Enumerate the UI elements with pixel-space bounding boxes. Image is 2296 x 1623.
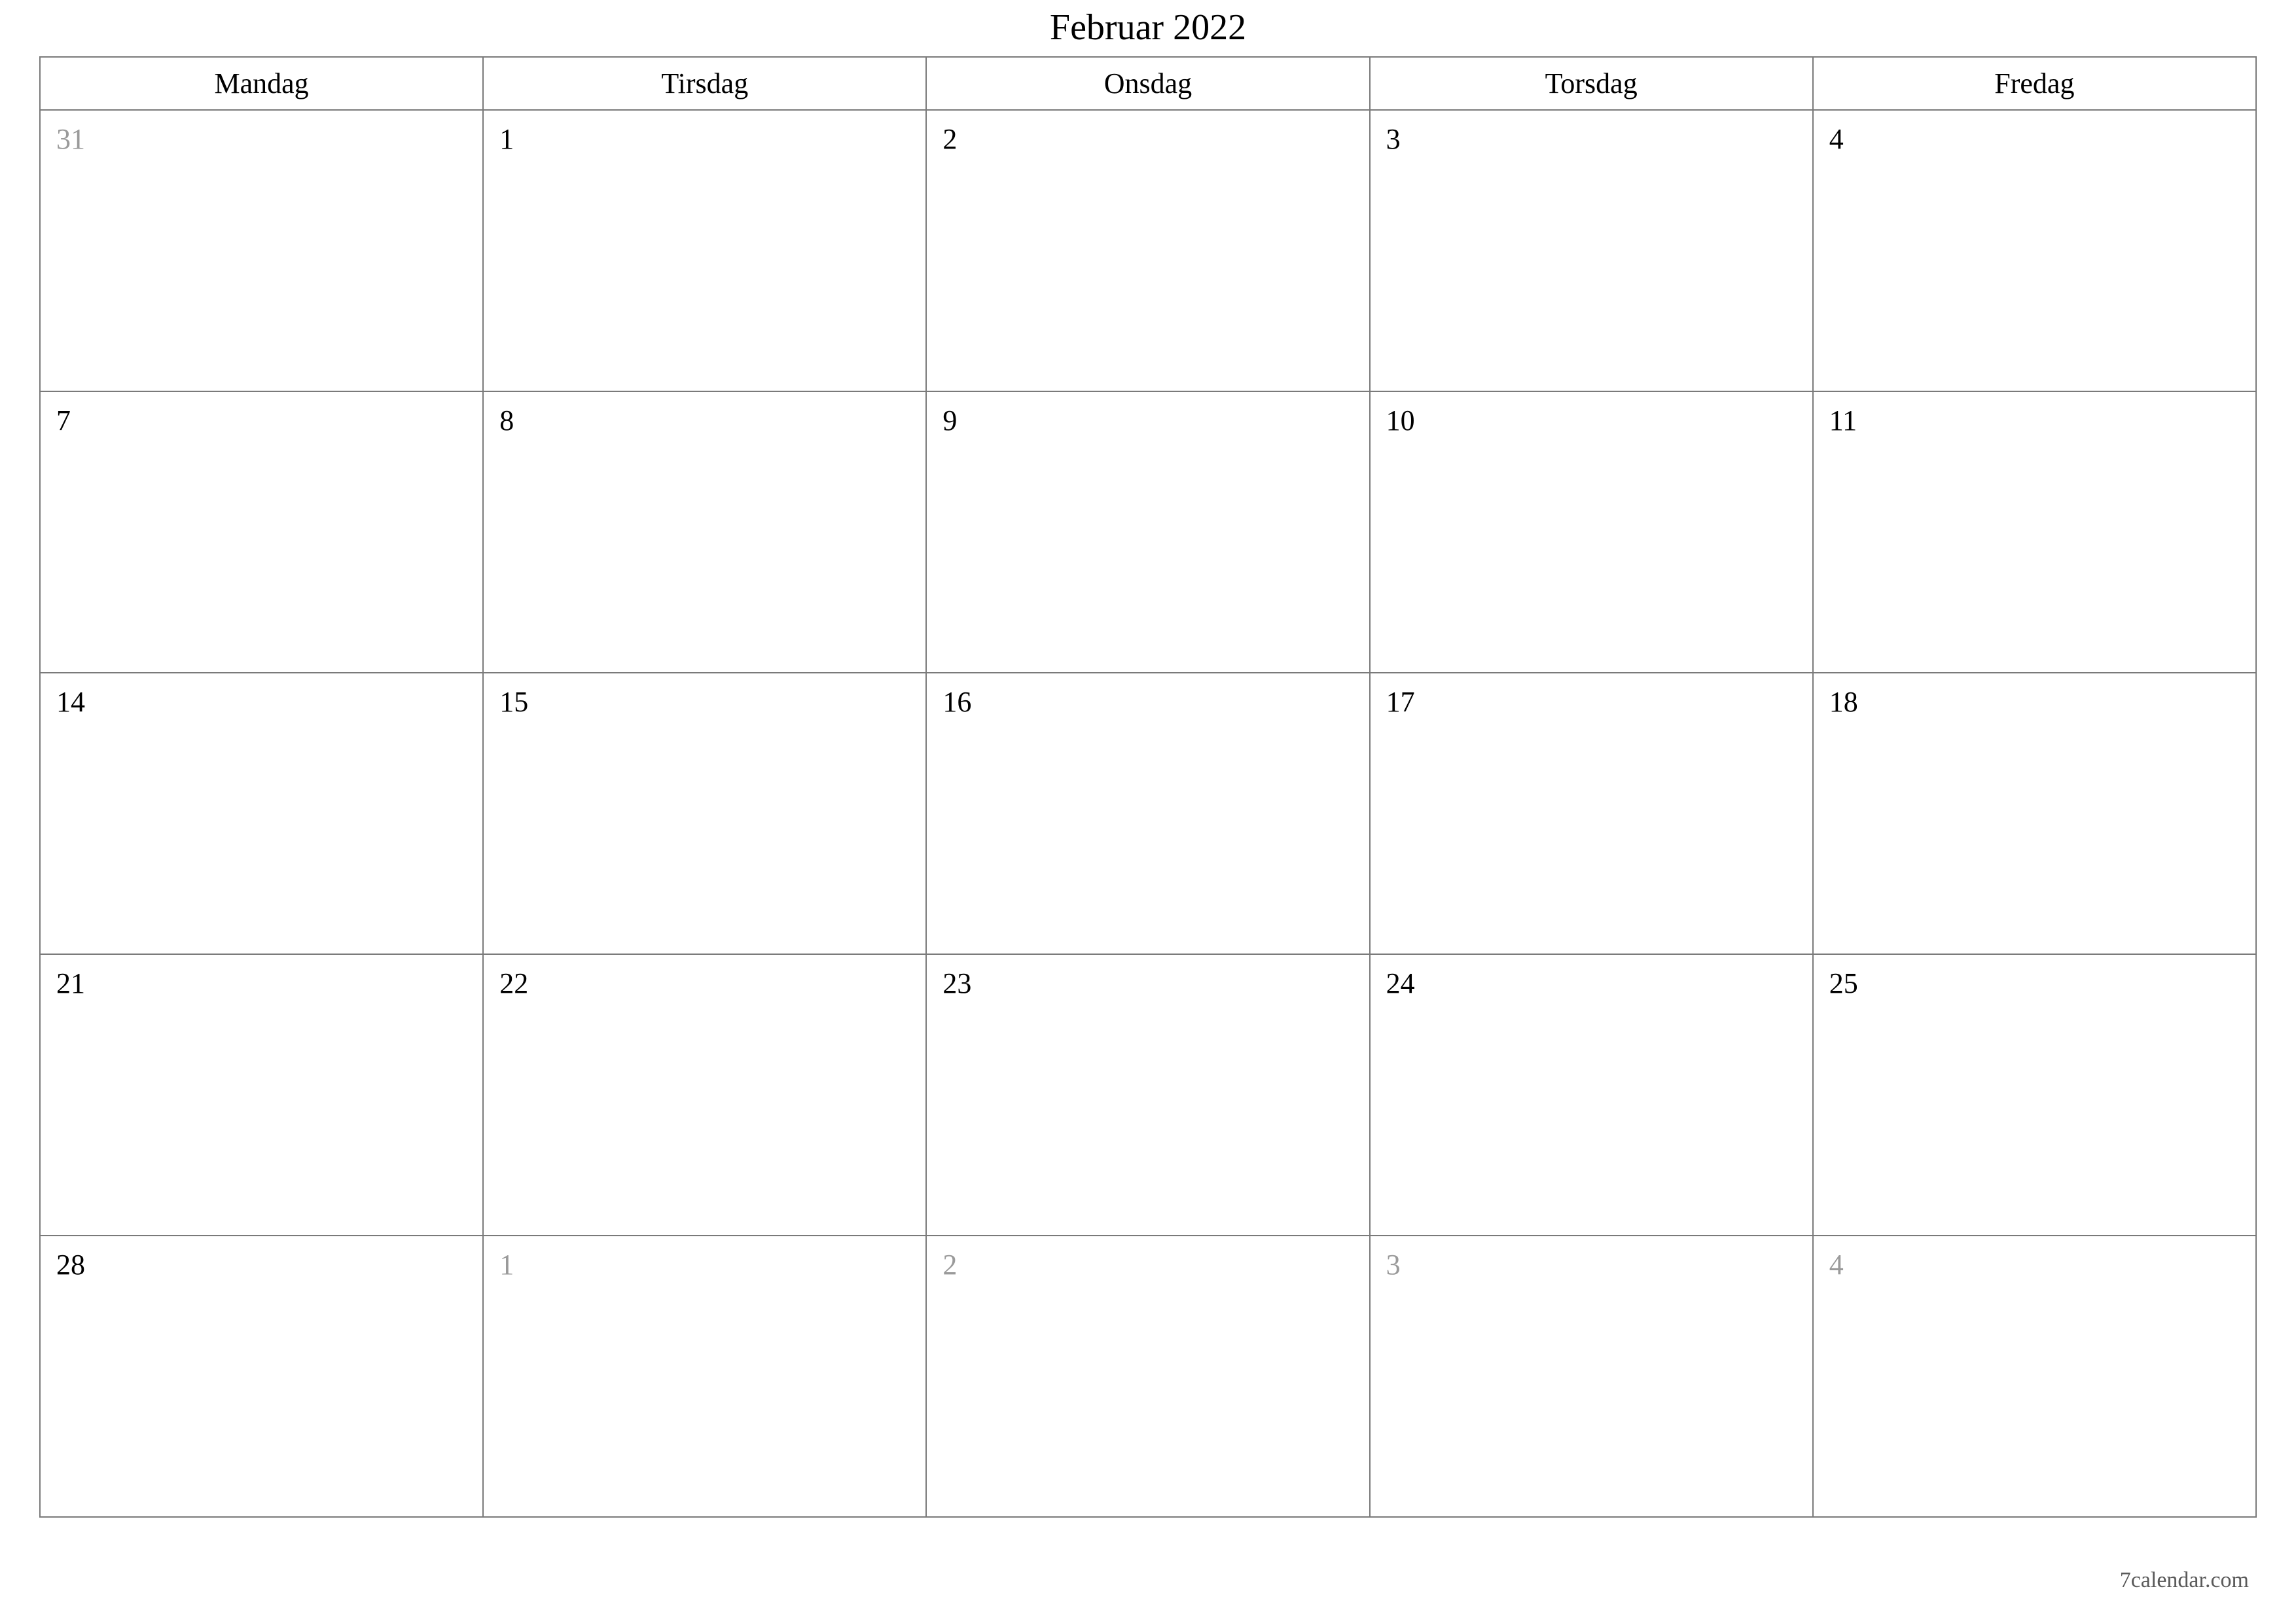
calendar-day-cell: 9: [926, 391, 1369, 673]
calendar-week-row: 7 8 9 10 11: [40, 391, 2256, 673]
calendar-day-cell: 24: [1370, 954, 1813, 1236]
weekday-header: Onsdag: [926, 57, 1369, 110]
calendar-day-cell: 7: [40, 391, 483, 673]
calendar-week-row: 21 22 23 24 25: [40, 954, 2256, 1236]
calendar-day-cell: 2: [926, 1236, 1369, 1517]
calendar-day-cell: 28: [40, 1236, 483, 1517]
calendar-week-row: 14 15 16 17 18: [40, 673, 2256, 954]
weekday-header: Mandag: [40, 57, 483, 110]
calendar-day-cell: 21: [40, 954, 483, 1236]
calendar-day-cell: 31: [40, 110, 483, 391]
calendar-day-cell: 4: [1813, 1236, 2256, 1517]
calendar-table: Mandag Tirsdag Onsdag Torsdag Fredag 31 …: [39, 56, 2257, 1518]
calendar-page: Februar 2022 Mandag Tirsdag Onsdag Torsd…: [0, 0, 2296, 1623]
weekday-header-row: Mandag Tirsdag Onsdag Torsdag Fredag: [40, 57, 2256, 110]
calendar-day-cell: 1: [483, 1236, 926, 1517]
calendar-day-cell: 3: [1370, 1236, 1813, 1517]
calendar-day-cell: 18: [1813, 673, 2256, 954]
calendar-week-row: 31 1 2 3 4: [40, 110, 2256, 391]
calendar-day-cell: 17: [1370, 673, 1813, 954]
weekday-header: Fredag: [1813, 57, 2256, 110]
calendar-week-row: 28 1 2 3 4: [40, 1236, 2256, 1517]
footer-credit: 7calendar.com: [2120, 1568, 2249, 1593]
calendar-day-cell: 14: [40, 673, 483, 954]
calendar-day-cell: 8: [483, 391, 926, 673]
calendar-day-cell: 23: [926, 954, 1369, 1236]
calendar-day-cell: 25: [1813, 954, 2256, 1236]
calendar-day-cell: 22: [483, 954, 926, 1236]
weekday-header: Torsdag: [1370, 57, 1813, 110]
calendar-day-cell: 2: [926, 110, 1369, 391]
calendar-title: Februar 2022: [39, 7, 2257, 48]
weekday-header: Tirsdag: [483, 57, 926, 110]
calendar-day-cell: 1: [483, 110, 926, 391]
calendar-day-cell: 15: [483, 673, 926, 954]
calendar-day-cell: 3: [1370, 110, 1813, 391]
calendar-day-cell: 4: [1813, 110, 2256, 391]
calendar-day-cell: 11: [1813, 391, 2256, 673]
calendar-day-cell: 16: [926, 673, 1369, 954]
calendar-day-cell: 10: [1370, 391, 1813, 673]
